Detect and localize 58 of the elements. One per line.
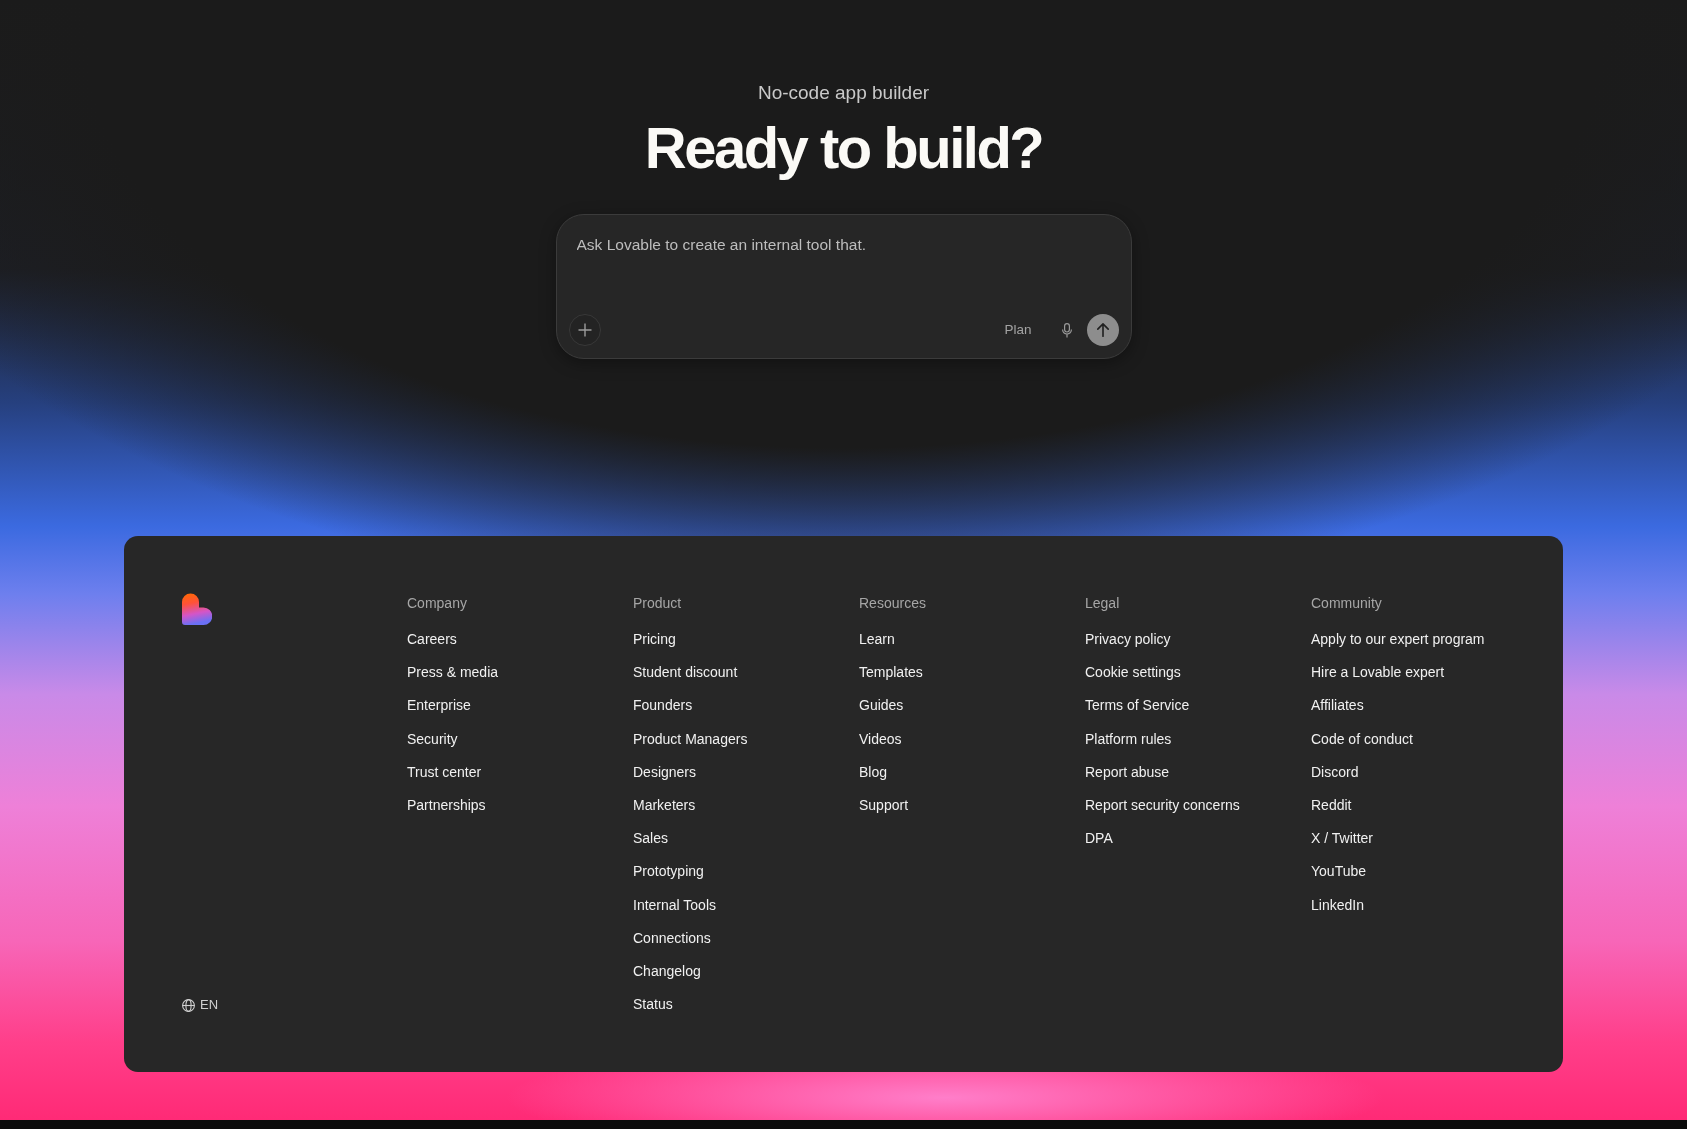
footer-link[interactable]: Prototyping — [633, 861, 704, 882]
footer-link[interactable]: Privacy policy — [1085, 629, 1171, 649]
plan-button[interactable]: Plan — [996, 315, 1040, 345]
language-button[interactable]: EN — [182, 996, 219, 1015]
footer-link[interactable]: Careers — [407, 629, 457, 649]
footer-link[interactable]: Terms of Service — [1085, 695, 1190, 716]
footer-link[interactable]: X / Twitter — [1311, 828, 1373, 849]
footer-column-heading: Product — [633, 594, 682, 613]
microphone-button[interactable] — [1061, 322, 1072, 338]
footer-link[interactable]: Report security concerns — [1085, 794, 1240, 815]
footer-link[interactable]: Founders — [633, 695, 693, 716]
footer-link[interactable]: Code of conduct — [1311, 728, 1413, 749]
footer-link[interactable]: Cookie settings — [1085, 662, 1181, 683]
footer-link[interactable]: Student discount — [633, 662, 738, 683]
footer-link[interactable]: Product Managers — [633, 728, 748, 749]
footer-link[interactable]: Templates — [859, 662, 923, 683]
heart-logo-icon — [182, 593, 212, 625]
footer-link[interactable]: Sales — [633, 828, 669, 849]
footer-link[interactable]: Connections — [633, 927, 711, 948]
hero-subtitle: No-code app builder — [757, 81, 930, 105]
footer-column-heading: Legal — [1085, 594, 1120, 613]
arrow-up-icon — [1096, 323, 1109, 337]
footer-link[interactable]: Platform rules — [1085, 728, 1172, 749]
globe-icon — [182, 998, 195, 1012]
microphone-icon — [1061, 322, 1072, 338]
footer-link[interactable]: Videos — [859, 728, 902, 749]
footer-link[interactable]: Trust center — [407, 761, 482, 782]
footer-link[interactable]: Security — [407, 728, 458, 749]
footer-link[interactable]: Marketers — [633, 794, 696, 815]
footer-link[interactable]: Reddit — [1311, 794, 1352, 815]
footer-link[interactable]: YouTube — [1311, 861, 1366, 882]
footer-link[interactable]: Press & media — [407, 662, 499, 683]
footer-link[interactable]: Affiliates — [1311, 695, 1364, 716]
prompt-field[interactable]: Ask Lovable to create an internal tool that. Plan — [555, 214, 1132, 359]
footer-column-heading: Resources — [859, 594, 926, 613]
footer-link[interactable]: Discord — [1311, 761, 1359, 782]
footer-link[interactable]: Partnerships — [407, 794, 486, 815]
footer-link[interactable]: Learn — [859, 629, 895, 649]
footer-link[interactable]: Apply to our expert program — [1311, 629, 1485, 649]
hero-title: Ready to build? — [644, 116, 1043, 180]
prompt-input[interactable]: Ask Lovable to create an internal tool that. — [576, 234, 1111, 314]
footer-link[interactable]: Changelog — [633, 960, 701, 981]
add-button[interactable] — [568, 314, 601, 346]
footer-link[interactable]: Guides — [859, 695, 904, 716]
footer-link[interactable]: LinkedIn — [1311, 894, 1364, 915]
footer-link[interactable]: DPA — [1085, 828, 1113, 849]
footer-link[interactable]: Blog — [859, 761, 888, 782]
footer-link[interactable]: Internal Tools — [633, 894, 716, 915]
footer-link[interactable]: Enterprise — [407, 695, 471, 716]
footer-link[interactable]: Status — [633, 994, 673, 1015]
footer-link[interactable]: Hire a Lovable expert — [1311, 662, 1445, 683]
footer-link[interactable]: Support — [859, 794, 909, 815]
footer-link[interactable]: Pricing — [633, 629, 676, 649]
footer-column-heading: Company — [407, 594, 467, 613]
footer-link[interactable]: Designers — [633, 761, 697, 782]
plus-icon — [577, 323, 592, 337]
footer-link[interactable]: Report abuse — [1085, 761, 1170, 782]
footer-column-heading: Community — [1311, 594, 1382, 613]
